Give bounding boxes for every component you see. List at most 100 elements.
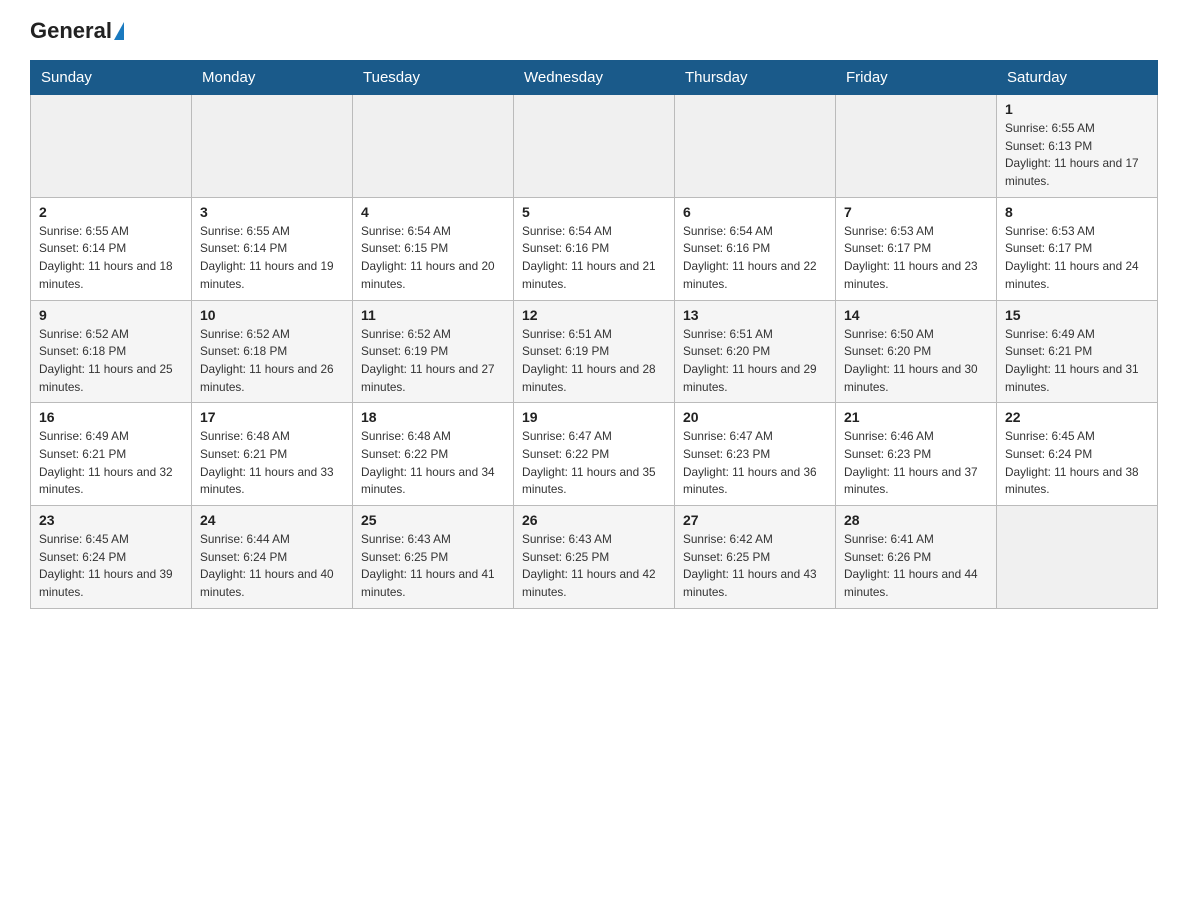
calendar-cell: 7 Sunrise: 6:53 AMSunset: 6:17 PMDaylight… [836, 197, 997, 300]
calendar-table: SundayMondayTuesdayWednesdayThursdayFrid… [30, 60, 1158, 609]
day-number: 26 [522, 512, 666, 528]
calendar-week-5: 23 Sunrise: 6:45 AMSunset: 6:24 PMDayligh… [31, 506, 1158, 609]
day-number: 24 [200, 512, 344, 528]
calendar-cell [997, 506, 1158, 609]
day-info: Sunrise: 6:41 AMSunset: 6:26 PMDaylight:… [844, 531, 988, 602]
calendar-cell: 20 Sunrise: 6:47 AMSunset: 6:23 PMDayligh… [675, 403, 836, 506]
day-number: 27 [683, 512, 827, 528]
calendar-cell: 5 Sunrise: 6:54 AMSunset: 6:16 PMDaylight… [514, 197, 675, 300]
day-number: 25 [361, 512, 505, 528]
day-info: Sunrise: 6:49 AMSunset: 6:21 PMDaylight:… [1005, 326, 1149, 397]
day-info: Sunrise: 6:43 AMSunset: 6:25 PMDaylight:… [361, 531, 505, 602]
logo-triangle-icon [114, 22, 124, 40]
calendar-cell: 1 Sunrise: 6:55 AMSunset: 6:13 PMDaylight… [997, 95, 1158, 198]
calendar-week-3: 9 Sunrise: 6:52 AMSunset: 6:18 PMDaylight… [31, 300, 1158, 403]
day-info: Sunrise: 6:50 AMSunset: 6:20 PMDaylight:… [844, 326, 988, 397]
day-header-thursday: Thursday [675, 61, 836, 95]
calendar-cell: 25 Sunrise: 6:43 AMSunset: 6:25 PMDayligh… [353, 506, 514, 609]
calendar-cell: 21 Sunrise: 6:46 AMSunset: 6:23 PMDayligh… [836, 403, 997, 506]
day-info: Sunrise: 6:54 AMSunset: 6:15 PMDaylight:… [361, 223, 505, 294]
calendar-cell: 9 Sunrise: 6:52 AMSunset: 6:18 PMDaylight… [31, 300, 192, 403]
calendar-week-4: 16 Sunrise: 6:49 AMSunset: 6:21 PMDayligh… [31, 403, 1158, 506]
calendar-cell: 6 Sunrise: 6:54 AMSunset: 6:16 PMDaylight… [675, 197, 836, 300]
day-number: 9 [39, 307, 183, 323]
day-info: Sunrise: 6:47 AMSunset: 6:22 PMDaylight:… [522, 428, 666, 499]
calendar-header: SundayMondayTuesdayWednesdayThursdayFrid… [31, 61, 1158, 95]
day-info: Sunrise: 6:54 AMSunset: 6:16 PMDaylight:… [683, 223, 827, 294]
day-info: Sunrise: 6:52 AMSunset: 6:19 PMDaylight:… [361, 326, 505, 397]
calendar-cell: 23 Sunrise: 6:45 AMSunset: 6:24 PMDayligh… [31, 506, 192, 609]
calendar-cell: 3 Sunrise: 6:55 AMSunset: 6:14 PMDaylight… [192, 197, 353, 300]
day-number: 14 [844, 307, 988, 323]
day-number: 11 [361, 307, 505, 323]
day-info: Sunrise: 6:53 AMSunset: 6:17 PMDaylight:… [1005, 223, 1149, 294]
day-info: Sunrise: 6:52 AMSunset: 6:18 PMDaylight:… [39, 326, 183, 397]
calendar-cell [353, 95, 514, 198]
day-header-wednesday: Wednesday [514, 61, 675, 95]
day-number: 22 [1005, 409, 1149, 425]
day-info: Sunrise: 6:45 AMSunset: 6:24 PMDaylight:… [39, 531, 183, 602]
day-header-friday: Friday [836, 61, 997, 95]
day-number: 3 [200, 204, 344, 220]
calendar-cell [31, 95, 192, 198]
day-number: 19 [522, 409, 666, 425]
day-number: 4 [361, 204, 505, 220]
day-number: 1 [1005, 101, 1149, 117]
calendar-cell [836, 95, 997, 198]
day-info: Sunrise: 6:55 AMSunset: 6:13 PMDaylight:… [1005, 120, 1149, 191]
day-number: 7 [844, 204, 988, 220]
day-info: Sunrise: 6:47 AMSunset: 6:23 PMDaylight:… [683, 428, 827, 499]
day-number: 8 [1005, 204, 1149, 220]
day-number: 18 [361, 409, 505, 425]
calendar-cell [675, 95, 836, 198]
day-number: 10 [200, 307, 344, 323]
day-number: 17 [200, 409, 344, 425]
day-header-monday: Monday [192, 61, 353, 95]
calendar-cell [192, 95, 353, 198]
day-info: Sunrise: 6:55 AMSunset: 6:14 PMDaylight:… [39, 223, 183, 294]
calendar-cell: 10 Sunrise: 6:52 AMSunset: 6:18 PMDayligh… [192, 300, 353, 403]
calendar-cell: 11 Sunrise: 6:52 AMSunset: 6:19 PMDayligh… [353, 300, 514, 403]
day-header-sunday: Sunday [31, 61, 192, 95]
calendar-cell: 8 Sunrise: 6:53 AMSunset: 6:17 PMDaylight… [997, 197, 1158, 300]
day-number: 2 [39, 204, 183, 220]
calendar-cell: 19 Sunrise: 6:47 AMSunset: 6:22 PMDayligh… [514, 403, 675, 506]
day-number: 6 [683, 204, 827, 220]
calendar-cell: 27 Sunrise: 6:42 AMSunset: 6:25 PMDayligh… [675, 506, 836, 609]
day-info: Sunrise: 6:46 AMSunset: 6:23 PMDaylight:… [844, 428, 988, 499]
day-info: Sunrise: 6:52 AMSunset: 6:18 PMDaylight:… [200, 326, 344, 397]
calendar-cell: 2 Sunrise: 6:55 AMSunset: 6:14 PMDaylight… [31, 197, 192, 300]
calendar-cell: 26 Sunrise: 6:43 AMSunset: 6:25 PMDayligh… [514, 506, 675, 609]
day-info: Sunrise: 6:51 AMSunset: 6:20 PMDaylight:… [683, 326, 827, 397]
day-info: Sunrise: 6:55 AMSunset: 6:14 PMDaylight:… [200, 223, 344, 294]
calendar-cell: 22 Sunrise: 6:45 AMSunset: 6:24 PMDayligh… [997, 403, 1158, 506]
day-info: Sunrise: 6:44 AMSunset: 6:24 PMDaylight:… [200, 531, 344, 602]
day-number: 13 [683, 307, 827, 323]
calendar-cell: 16 Sunrise: 6:49 AMSunset: 6:21 PMDayligh… [31, 403, 192, 506]
day-number: 28 [844, 512, 988, 528]
day-info: Sunrise: 6:53 AMSunset: 6:17 PMDaylight:… [844, 223, 988, 294]
day-info: Sunrise: 6:51 AMSunset: 6:19 PMDaylight:… [522, 326, 666, 397]
calendar-week-2: 2 Sunrise: 6:55 AMSunset: 6:14 PMDaylight… [31, 197, 1158, 300]
day-header-tuesday: Tuesday [353, 61, 514, 95]
day-info: Sunrise: 6:42 AMSunset: 6:25 PMDaylight:… [683, 531, 827, 602]
day-number: 21 [844, 409, 988, 425]
day-info: Sunrise: 6:45 AMSunset: 6:24 PMDaylight:… [1005, 428, 1149, 499]
day-header-saturday: Saturday [997, 61, 1158, 95]
day-info: Sunrise: 6:43 AMSunset: 6:25 PMDaylight:… [522, 531, 666, 602]
calendar-cell: 14 Sunrise: 6:50 AMSunset: 6:20 PMDayligh… [836, 300, 997, 403]
calendar-cell: 28 Sunrise: 6:41 AMSunset: 6:26 PMDayligh… [836, 506, 997, 609]
day-number: 20 [683, 409, 827, 425]
day-info: Sunrise: 6:49 AMSunset: 6:21 PMDaylight:… [39, 428, 183, 499]
calendar-cell: 17Sunrise: 6:48 AMSunset: 6:21 PMDayligh… [192, 403, 353, 506]
calendar-cell: 18Sunrise: 6:48 AMSunset: 6:22 PMDayligh… [353, 403, 514, 506]
day-info: Sunrise: 6:54 AMSunset: 6:16 PMDaylight:… [522, 223, 666, 294]
calendar-cell: 4 Sunrise: 6:54 AMSunset: 6:15 PMDaylight… [353, 197, 514, 300]
day-number: 23 [39, 512, 183, 528]
day-number: 15 [1005, 307, 1149, 323]
day-number: 16 [39, 409, 183, 425]
page-header: General [30, 20, 1158, 40]
logo[interactable]: General [30, 20, 124, 40]
calendar-cell: 24 Sunrise: 6:44 AMSunset: 6:24 PMDayligh… [192, 506, 353, 609]
day-number: 5 [522, 204, 666, 220]
